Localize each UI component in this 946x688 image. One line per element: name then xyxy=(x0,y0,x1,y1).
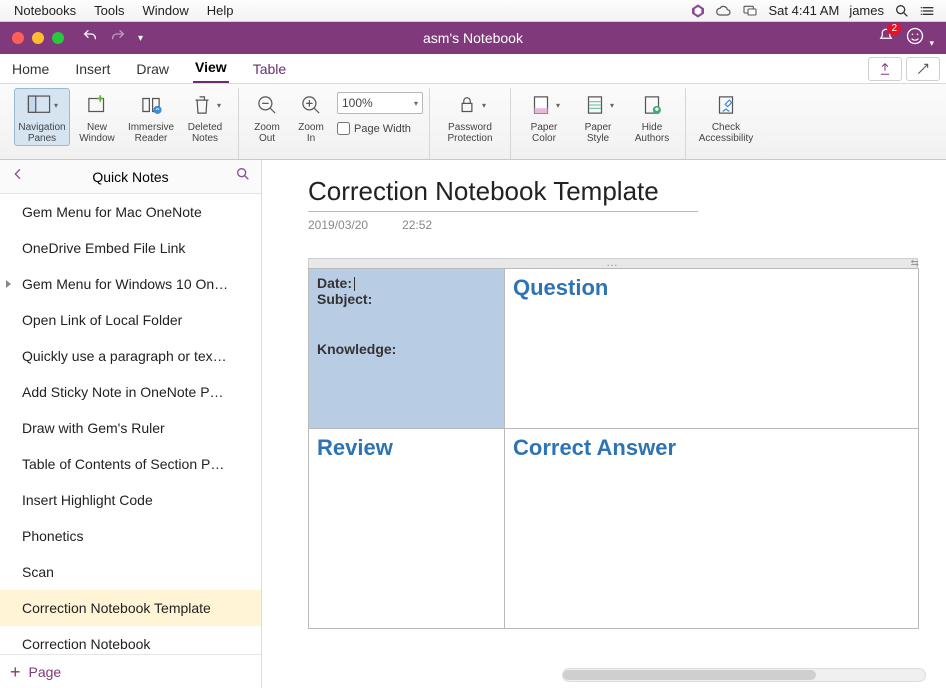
gem-menubar-icon[interactable] xyxy=(690,3,706,19)
redo-button[interactable] xyxy=(110,28,126,49)
hide-authors-button[interactable]: Hide Authors xyxy=(625,88,679,144)
note-title[interactable]: Correction Notebook Template xyxy=(308,176,698,212)
page-item[interactable]: Open Link of Local Folder xyxy=(0,302,261,338)
table-frame-handle[interactable]: ⇆ xyxy=(308,258,918,268)
paper-color-button[interactable]: ▾ Paper Color xyxy=(517,88,571,144)
page-item[interactable]: Add Sticky Note in OneNote P… xyxy=(0,374,261,410)
page-item[interactable]: Insert Highlight Code xyxy=(0,482,261,518)
undo-button[interactable] xyxy=(82,28,98,49)
share-button[interactable] xyxy=(868,57,902,81)
menu-notebooks[interactable]: Notebooks xyxy=(14,3,76,18)
page-item[interactable]: Gem Menu for Mac OneNote xyxy=(0,194,261,230)
tab-draw[interactable]: Draw xyxy=(134,55,171,83)
menu-help[interactable]: Help xyxy=(207,3,234,18)
zoom-in-button[interactable]: Zoom In xyxy=(289,88,333,144)
menu-window[interactable]: Window xyxy=(143,3,189,18)
new-window-button[interactable]: New Window xyxy=(70,88,124,144)
plus-icon: + xyxy=(10,663,21,681)
horizontal-scrollbar[interactable] xyxy=(562,668,926,682)
page-item[interactable]: Table of Contents of Section P… xyxy=(0,446,261,482)
mac-menubar: Notebooks Tools Window Help Sat 4:41 AM … xyxy=(0,0,946,22)
paper-style-button[interactable]: ▾ Paper Style xyxy=(571,88,625,144)
immersive-reader-button[interactable]: Immersive Reader xyxy=(124,88,178,144)
deleted-notes-button[interactable]: ▾ Deleted Notes xyxy=(178,88,232,144)
tab-table[interactable]: Table xyxy=(251,55,288,83)
ribbon-view: ▾ Navigation Panes New Window Immersive … xyxy=(0,84,946,160)
ribbon-tabs: Home Insert Draw View Table xyxy=(0,54,946,84)
page-item[interactable]: Phonetics xyxy=(0,518,261,554)
notifications-button[interactable]: 2 xyxy=(877,27,895,50)
tab-view[interactable]: View xyxy=(193,53,229,83)
section-title: Quick Notes xyxy=(26,169,235,185)
account-button[interactable]: ▾ xyxy=(905,26,934,51)
check-accessibility-button[interactable]: Check Accessibility xyxy=(692,88,760,144)
page-item[interactable]: Gem Menu for Windows 10 On… xyxy=(0,266,261,302)
note-time: 22:52 xyxy=(402,218,432,232)
password-protection-button[interactable]: ▾ Password Protection xyxy=(436,88,504,144)
page-item[interactable]: Scan xyxy=(0,554,261,590)
window-maximize-button[interactable] xyxy=(52,32,64,44)
page-item[interactable]: Correction Notebook xyxy=(0,626,261,654)
add-page-button[interactable]: + Page xyxy=(0,654,261,688)
cell-question[interactable]: Question xyxy=(505,269,919,429)
page-item[interactable]: Correction Notebook Template xyxy=(0,590,261,626)
menu-tools[interactable]: Tools xyxy=(94,3,124,18)
cell-review[interactable]: Review xyxy=(309,429,505,629)
page-item[interactable]: OneDrive Embed File Link xyxy=(0,230,261,266)
page-sidebar: Quick Notes Gem Menu for Mac OneNoteOneD… xyxy=(0,160,262,688)
zoom-select[interactable]: 100%▾ xyxy=(337,92,423,114)
note-date: 2019/03/20 xyxy=(308,218,368,232)
page-item[interactable]: Draw with Gem's Ruler xyxy=(0,410,261,446)
correction-table[interactable]: Date: Subject: Knowledge: Question Revie… xyxy=(308,268,919,629)
window-close-button[interactable] xyxy=(12,32,24,44)
quick-access-more[interactable]: ▾ xyxy=(138,33,143,44)
menu-list-icon[interactable] xyxy=(920,3,936,19)
notification-badge: 2 xyxy=(887,23,901,35)
menubar-clock[interactable]: Sat 4:41 AM xyxy=(768,3,839,18)
window-minimize-button[interactable] xyxy=(32,32,44,44)
tab-insert[interactable]: Insert xyxy=(73,55,112,83)
sidebar-search-button[interactable] xyxy=(235,166,251,187)
cell-info[interactable]: Date: Subject: Knowledge: xyxy=(309,269,505,429)
display-icon[interactable] xyxy=(742,3,758,19)
note-canvas[interactable]: Correction Notebook Template 2019/03/20 … xyxy=(262,160,946,688)
spotlight-icon[interactable] xyxy=(894,3,910,19)
cloud-icon[interactable] xyxy=(716,3,732,19)
tab-home[interactable]: Home xyxy=(10,55,51,83)
page-width-checkbox[interactable]: Page Width xyxy=(337,122,423,135)
zoom-out-button[interactable]: Zoom Out xyxy=(245,88,289,144)
cell-correct-answer[interactable]: Correct Answer xyxy=(505,429,919,629)
page-item[interactable]: Quickly use a paragraph or tex… xyxy=(0,338,261,374)
back-button[interactable] xyxy=(10,166,26,187)
menubar-user[interactable]: james xyxy=(849,3,884,18)
window-titlebar: ▾ asm's Notebook 2 ▾ xyxy=(0,22,946,54)
fullscreen-button[interactable] xyxy=(906,57,940,81)
navigation-panes-button[interactable]: ▾ Navigation Panes xyxy=(14,88,70,146)
